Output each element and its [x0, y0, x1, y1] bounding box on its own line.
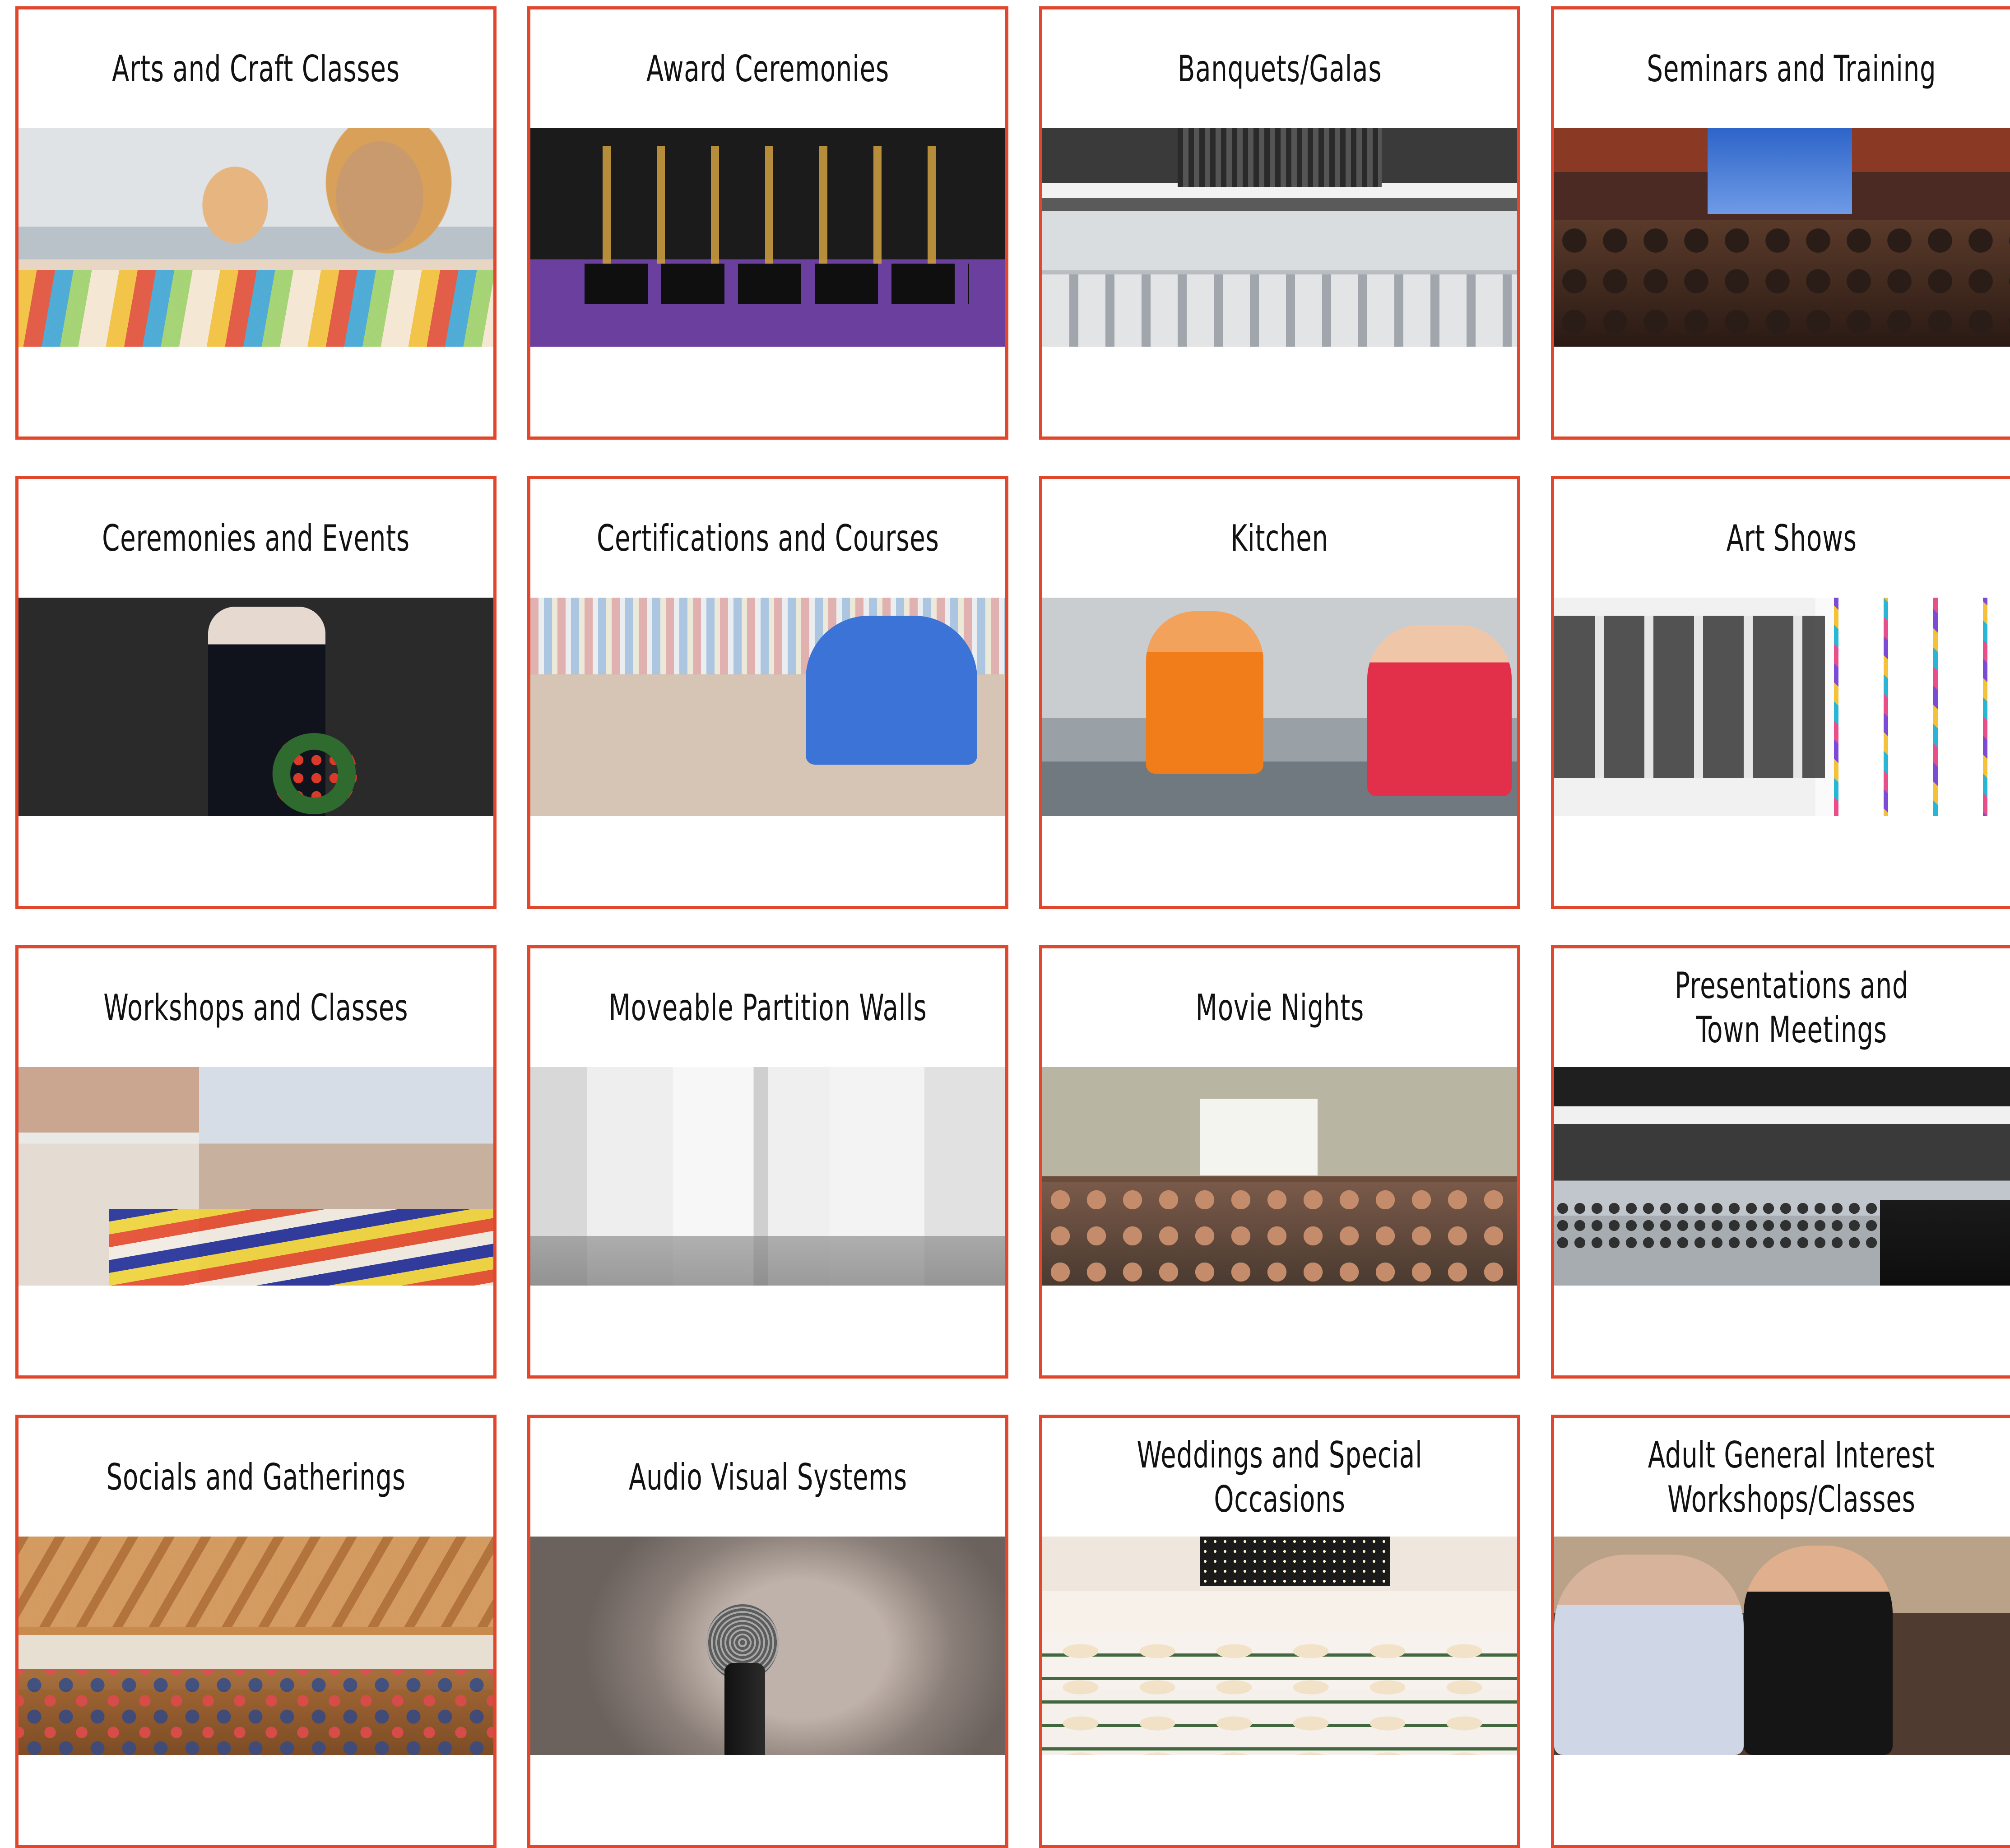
card-title: Award Ceremonies: [646, 47, 890, 90]
card-weddings-and-special-occasions[interactable]: Weddings and Special Occasions: [1039, 1415, 1520, 1848]
card-socials-and-gatherings[interactable]: Socials and Gatherings: [15, 1415, 497, 1848]
services-grid: Arts and Craft Classes Award Ceremonies …: [15, 6, 2010, 1848]
microphone-photo[interactable]: [530, 1537, 1005, 1755]
card-audio-visual-systems[interactable]: Audio Visual Systems: [527, 1415, 1008, 1848]
group-study-photo[interactable]: [530, 598, 1005, 816]
card-banquets-galas[interactable]: Banquets/Galas: [1039, 6, 1520, 440]
card-footer: [1042, 816, 1517, 906]
card-footer: [1042, 1755, 1517, 1845]
partition-walls-photo[interactable]: [530, 1067, 1005, 1286]
card-title: Kitchen: [1230, 517, 1329, 559]
card-footer: [1554, 816, 2010, 906]
banquet-hall-photo[interactable]: [1042, 128, 1517, 347]
card-title: Ceremonies and Events: [102, 517, 410, 559]
card-footer: [19, 1286, 493, 1375]
card-certifications-and-courses[interactable]: Certifications and Courses: [527, 476, 1008, 909]
art-gallery-photo[interactable]: [1554, 598, 2010, 816]
town-meeting-photo[interactable]: [1554, 1067, 2010, 1286]
card-title: Certifications and Courses: [596, 517, 939, 559]
veterans-ceremony-photo[interactable]: [19, 598, 493, 816]
card-footer: [530, 1286, 1005, 1375]
wedding-reception-photo[interactable]: [1042, 1537, 1517, 1755]
card-title: Movie Nights: [1195, 986, 1364, 1029]
card-moveable-partition-walls[interactable]: Moveable Partition Walls: [527, 945, 1008, 1379]
social-gathering-photo[interactable]: [19, 1537, 493, 1755]
card-footer: [19, 1755, 493, 1845]
card-title: Seminars and Training: [1647, 47, 1936, 90]
card-footer: [1554, 1286, 2010, 1375]
community-kitchen-photo[interactable]: [1042, 598, 1517, 816]
card-title: Socials and Gatherings: [106, 1456, 406, 1498]
ukulele-class-photo[interactable]: [1554, 1537, 2010, 1755]
children-crafting-photo[interactable]: [19, 128, 493, 347]
card-title: Audio Visual Systems: [628, 1456, 907, 1498]
card-footer: [530, 816, 1005, 906]
card-title: Workshops and Classes: [103, 986, 408, 1029]
card-footer: [530, 1755, 1005, 1845]
card-kitchen[interactable]: Kitchen: [1039, 476, 1520, 909]
trophies-photo[interactable]: [530, 128, 1005, 347]
card-title: Arts and Craft Classes: [112, 47, 400, 90]
card-footer: [19, 816, 493, 906]
card-movie-nights[interactable]: Movie Nights: [1039, 945, 1520, 1379]
card-footer: [530, 347, 1005, 436]
seminar-audience-photo[interactable]: [1554, 128, 2010, 347]
card-footer: [19, 347, 493, 436]
card-title: Banquets/Galas: [1177, 47, 1382, 90]
card-title: Moveable Partition Walls: [608, 986, 927, 1029]
card-footer: [1554, 347, 2010, 436]
card-adult-general-interest-workshops-classes[interactable]: Adult General Interest Workshops/Classes: [1551, 1415, 2010, 1848]
card-arts-and-craft-classes[interactable]: Arts and Craft Classes: [15, 6, 497, 440]
card-presentations-and-town-meetings[interactable]: Presentations and Town Meetings: [1551, 945, 2010, 1379]
painting-class-photo[interactable]: [19, 1067, 493, 1286]
card-ceremonies-and-events[interactable]: Ceremonies and Events: [15, 476, 497, 909]
card-art-shows[interactable]: Art Shows: [1551, 476, 2010, 909]
card-footer: [1042, 1286, 1517, 1375]
card-footer: [1042, 347, 1517, 436]
card-title: Adult General Interest Workshops/Classes: [1648, 1434, 1936, 1520]
card-footer: [1554, 1755, 2010, 1845]
movie-night-photo[interactable]: [1042, 1067, 1517, 1286]
card-title: Presentations and Town Meetings: [1674, 964, 1909, 1051]
card-workshops-and-classes[interactable]: Workshops and Classes: [15, 945, 497, 1379]
card-title: Art Shows: [1726, 517, 1857, 559]
card-award-ceremonies[interactable]: Award Ceremonies: [527, 6, 1008, 440]
card-title: Weddings and Special Occasions: [1137, 1434, 1423, 1520]
card-seminars-and-training[interactable]: Seminars and Training: [1551, 6, 2010, 440]
